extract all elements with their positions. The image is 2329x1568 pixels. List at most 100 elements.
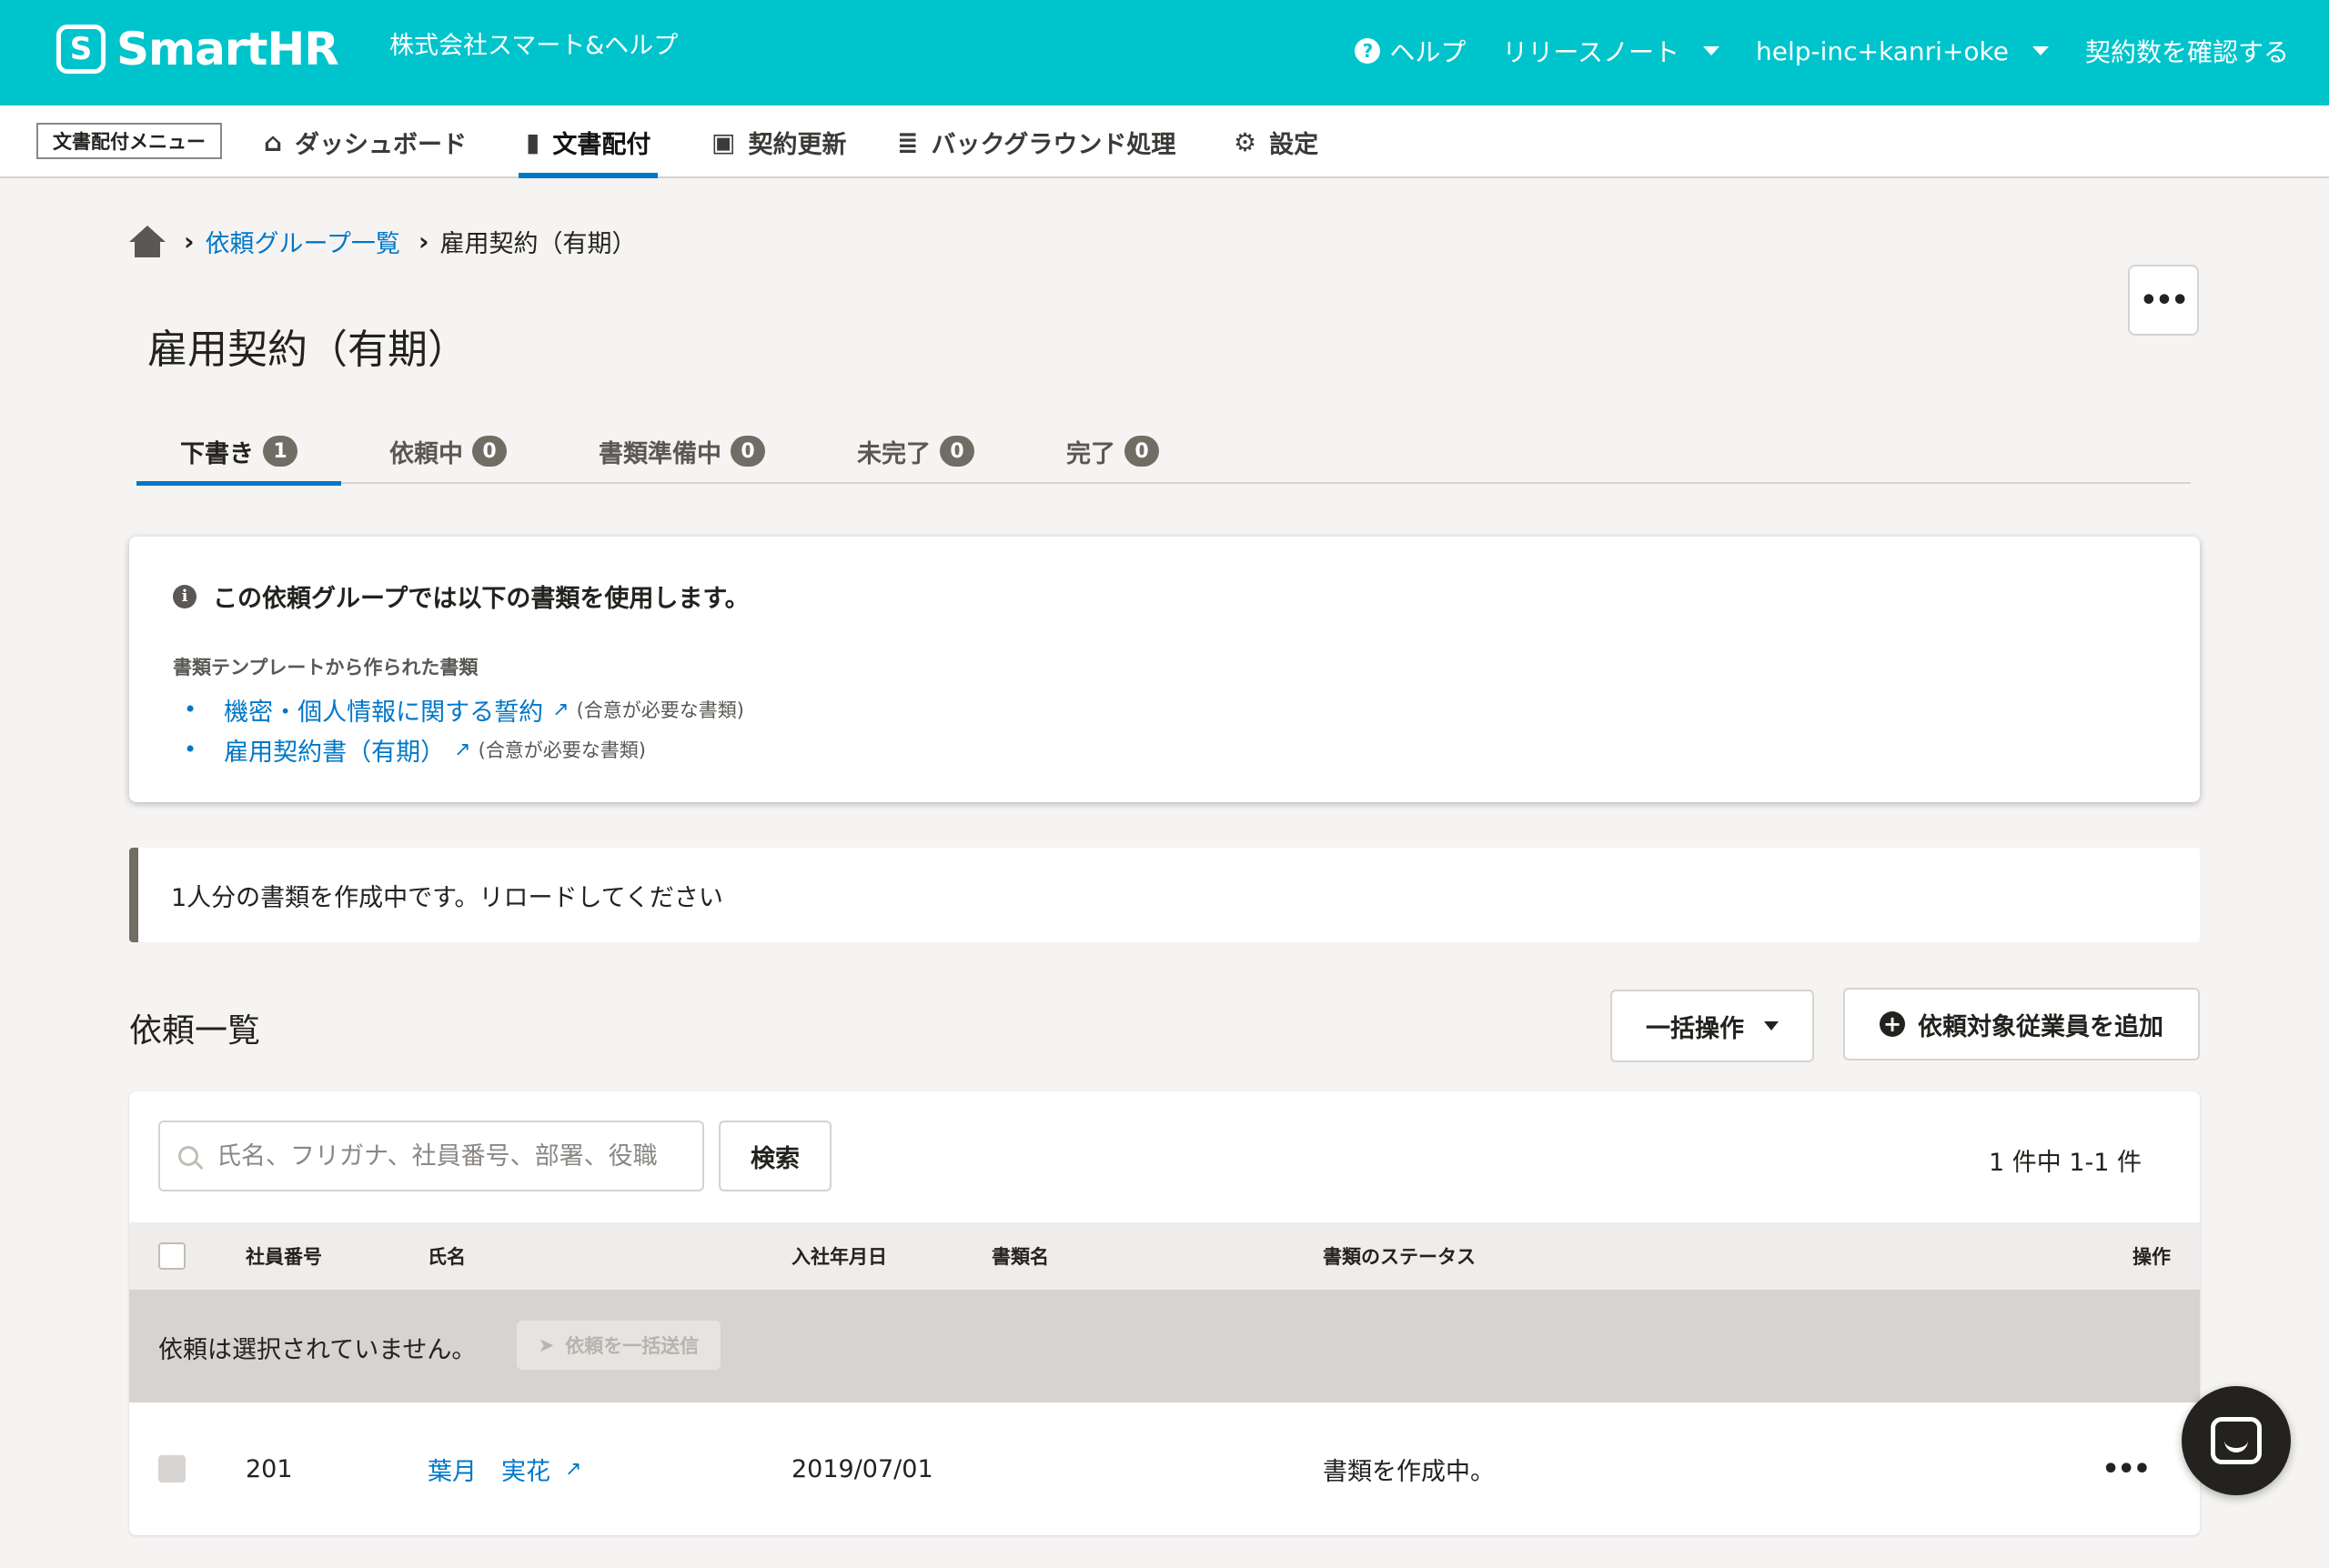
- column-join-date: 入社年月日: [791, 1246, 887, 1268]
- top-nav: ? ヘルプ リリースノート help-inc+kanri+oke 契約数を確認す…: [1318, 33, 2289, 69]
- subnav-tab-documents[interactable]: ▮ 文書配付: [519, 106, 659, 178]
- search-box: [158, 1121, 704, 1191]
- subnav-tab-settings[interactable]: ⚙ 設定: [1234, 106, 1318, 178]
- cell-join-date: 2019/07/01: [791, 1454, 933, 1483]
- plus-circle-icon: +: [1880, 1011, 1905, 1037]
- info-circle-icon: i: [173, 584, 197, 608]
- top-header: S SmartHR 株式会社スマート&ヘルプ ? ヘルプ リリースノート hel…: [0, 0, 2329, 106]
- external-link-icon[interactable]: ↗: [454, 739, 470, 761]
- cell-employee-no: 201: [246, 1454, 293, 1483]
- account-dropdown[interactable]: help-inc+kanri+oke: [1756, 36, 2049, 66]
- question-circle-icon: ?: [1355, 38, 1381, 64]
- tab-preparing[interactable]: 書類準備中 0: [555, 418, 809, 484]
- subnav-tab-label: ダッシュボード: [295, 130, 468, 159]
- breadcrumb-current: 雇用契約（有期）: [439, 230, 637, 258]
- document-link[interactable]: 雇用契約書（有期）: [224, 732, 445, 768]
- info-title: i この依頼グループでは以下の書類を使用します。: [173, 578, 750, 614]
- subnav-tab-label: 設定: [1269, 130, 1319, 159]
- tab-label: 依頼中: [389, 439, 463, 468]
- count-badge: 0: [1124, 436, 1159, 467]
- select-all-checkbox[interactable]: [158, 1242, 186, 1270]
- documents-info-card: i この依頼グループでは以下の書類を使用します。 書類テンプレートから作られた書…: [129, 537, 2200, 802]
- subnav-tab-label: バックグラウンド処理: [931, 130, 1176, 159]
- page-more-button[interactable]: •••: [2128, 265, 2199, 336]
- selection-status: 依頼は選択されていません。: [158, 1336, 477, 1364]
- row-checkbox: [158, 1455, 186, 1483]
- processing-notice: 1人分の書類を作成中です。リロードしてください: [129, 848, 2200, 942]
- subnav-tab-label: 契約更新: [748, 130, 847, 159]
- subnav-tab-contract-renewal[interactable]: ▣ 契約更新: [711, 106, 846, 178]
- request-table-card: 検索 1 件中 1-1 件 社員番号 氏名 入社年月日 書類名 書類のステータス…: [129, 1091, 2200, 1535]
- add-employee-label: 依頼対象従業員を追加: [1918, 1012, 2163, 1041]
- employee-name-link[interactable]: 葉月 実花: [428, 1452, 550, 1487]
- search-input[interactable]: [217, 1141, 690, 1171]
- count-badge: 0: [731, 436, 765, 467]
- database-icon: ≣: [897, 126, 919, 157]
- row-more-button[interactable]: •••: [2102, 1402, 2151, 1535]
- company-name: 株式会社スマート&ヘルプ: [389, 32, 679, 60]
- contract-count-link[interactable]: 契約数を確認する: [2085, 33, 2289, 69]
- breadcrumb-link-groups[interactable]: 依頼グループ一覧: [206, 224, 400, 259]
- release-notes-dropdown[interactable]: リリースノート: [1502, 33, 1720, 69]
- help-label: ヘルプ: [1389, 37, 1467, 67]
- caret-down-icon: [1764, 1021, 1779, 1030]
- breadcrumb: › 依頼グループ一覧 › 雇用契約（有期）: [129, 224, 636, 259]
- external-link-icon[interactable]: ↗: [552, 699, 569, 721]
- list-item: 機密・個人情報に関する誓約 ↗ (合意が必要な書類): [184, 689, 744, 729]
- logo-mark-icon: S: [56, 25, 106, 74]
- count-badge: 0: [940, 436, 974, 467]
- search-icon: [178, 1146, 198, 1166]
- tab-draft[interactable]: 下書き 1: [136, 418, 341, 486]
- paper-plane-icon: ➤: [538, 1334, 555, 1356]
- tab-label: 下書き: [180, 439, 254, 468]
- info-subtitle: 書類テンプレートから作られた書類: [173, 657, 479, 678]
- release-notes-label: リリースノート: [1502, 37, 1680, 67]
- cell-status: 書類を作成中。: [1323, 1457, 1495, 1486]
- list-item: 雇用契約書（有期） ↗ (合意が必要な書類): [184, 729, 744, 769]
- home-icon[interactable]: [129, 225, 166, 258]
- count-badge: 0: [472, 436, 507, 467]
- caret-down-icon: [1703, 46, 1720, 55]
- send-all-button: ➤ 依頼を一括送信: [517, 1321, 721, 1370]
- column-employee-no: 社員番号: [246, 1246, 322, 1268]
- result-count: 1 件中 1-1 件: [1988, 1149, 2142, 1177]
- tab-incomplete[interactable]: 未完了 0: [813, 418, 1018, 484]
- account-label: help-inc+kanri+oke: [1756, 35, 2009, 66]
- table-header: 社員番号 氏名 入社年月日 書類名 書類のステータス 操作: [129, 1222, 2200, 1290]
- external-link-icon[interactable]: ↗: [565, 1458, 581, 1481]
- bulk-action-label: 一括操作: [1646, 1014, 1744, 1043]
- document-note: (合意が必要な書類): [478, 739, 646, 761]
- add-employee-button[interactable]: + 依頼対象従業員を追加: [1843, 988, 2200, 1060]
- send-all-label: 依頼を一括送信: [565, 1335, 700, 1357]
- notice-text: 1人分の書類を作成中です。リロードしてください: [171, 883, 723, 912]
- search-button[interactable]: 検索: [719, 1121, 832, 1191]
- document-link[interactable]: 機密・個人情報に関する誓約: [224, 692, 543, 728]
- document-note: (合意が必要な書類): [576, 699, 744, 721]
- selection-bar: 依頼は選択されていません。 ➤ 依頼を一括送信: [129, 1290, 2200, 1402]
- bulk-action-button[interactable]: 一括操作: [1610, 990, 1814, 1062]
- tab-label: 書類準備中: [599, 439, 721, 468]
- column-actions: 操作: [2132, 1246, 2171, 1268]
- subnav-tab-background-jobs[interactable]: ≣ バックグラウンド処理: [897, 106, 1175, 178]
- subnav-tab-label: 文書配付: [552, 130, 651, 159]
- contract-label: 契約数を確認する: [2084, 37, 2289, 67]
- document-list: 機密・個人情報に関する誓約 ↗ (合意が必要な書類) 雇用契約書（有期） ↗ (…: [184, 689, 744, 769]
- subnav-tab-dashboard[interactable]: ⌂ ダッシュボード: [264, 106, 467, 178]
- chevron-right-icon: ›: [418, 226, 429, 256]
- tab-requested[interactable]: 依頼中 0: [346, 418, 550, 484]
- calendar-check-icon: ▣: [711, 126, 736, 157]
- logo-text: SmartHR: [116, 23, 339, 75]
- file-icon: ▮: [526, 126, 540, 157]
- tab-label: 完了: [1066, 439, 1115, 468]
- column-name: 氏名: [428, 1246, 466, 1268]
- help-link[interactable]: ? ヘルプ: [1355, 33, 1466, 69]
- smarthr-logo[interactable]: S SmartHR: [56, 23, 339, 75]
- app-subnav: 文書配付メニュー ⌂ ダッシュボード ▮ 文書配付 ▣ 契約更新 ≣ バックグラ…: [0, 106, 2329, 178]
- page-title: 雇用契約（有期）: [147, 327, 468, 373]
- chat-launcher-button[interactable]: [2182, 1386, 2291, 1495]
- gear-icon: ⚙: [1234, 126, 1257, 157]
- tab-complete[interactable]: 完了 0: [1023, 418, 1203, 484]
- column-document-status: 書類のステータス: [1323, 1246, 1476, 1268]
- cell-name: 葉月 実花 ↗: [428, 1402, 589, 1535]
- column-document-name: 書類名: [992, 1246, 1049, 1268]
